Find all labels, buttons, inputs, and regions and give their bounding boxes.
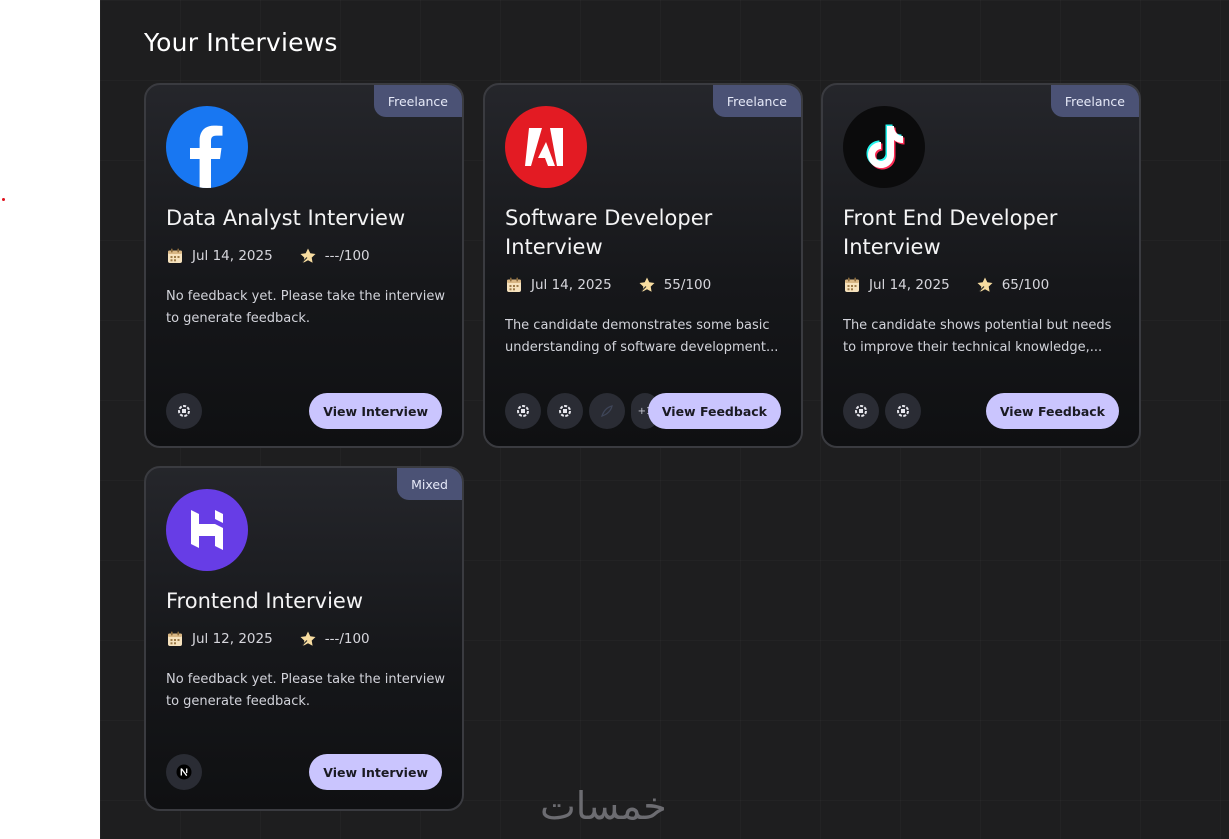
interview-description: No feedback yet. Please take the intervi… — [166, 289, 445, 326]
star-icon — [638, 276, 656, 294]
interview-meta: Jul 12, 2025 ---/100 — [166, 630, 370, 648]
interview-score: ---/100 — [324, 631, 370, 647]
view-feedback-button[interactable]: View Feedback — [647, 393, 781, 429]
main-content: Your Interviews Freelance Data Analyst I… — [100, 0, 1229, 839]
devicon-generic-icon — [505, 393, 541, 429]
view-interview-button[interactable]: View Interview — [309, 754, 442, 790]
interview-type-badge: Freelance — [1050, 85, 1139, 117]
interview-card: Freelance Software Developer Interview J… — [483, 83, 803, 448]
adobe-logo-icon — [505, 106, 587, 188]
tiktok-logo-icon — [843, 106, 925, 188]
interview-title: Frontend Interview — [166, 589, 363, 613]
devicon-generic-icon — [547, 393, 583, 429]
star-icon — [299, 247, 317, 265]
tech-stack — [166, 754, 208, 790]
interview-date: Jul 14, 2025 — [192, 248, 273, 264]
tech-stack: +1 — [505, 393, 659, 429]
calendar-icon — [166, 630, 184, 648]
interview-card: Freelance Data Analyst Interview Jul 14,… — [144, 83, 464, 448]
hostinger-logo-icon — [166, 489, 248, 571]
interview-type-badge: Mixed — [397, 468, 462, 500]
calendar-icon — [505, 276, 523, 294]
interview-meta: Jul 14, 2025 65/100 — [843, 276, 1049, 294]
devicon-generic-icon — [843, 393, 879, 429]
interview-description: No feedback yet. Please take the intervi… — [166, 672, 445, 709]
interview-title: Software Developer Interview — [505, 206, 713, 259]
star-icon — [976, 276, 994, 294]
interview-date: Jul 14, 2025 — [531, 277, 612, 293]
feather-icon — [589, 393, 625, 429]
interview-description: The candidate demonstrates some basic un… — [505, 318, 779, 355]
interview-meta: Jul 14, 2025 ---/100 — [166, 247, 370, 265]
interview-score: 55/100 — [663, 277, 712, 293]
interview-type-badge: Freelance — [712, 85, 801, 117]
interview-date: Jul 12, 2025 — [192, 631, 273, 647]
calendar-icon — [166, 247, 184, 265]
interview-date: Jul 14, 2025 — [869, 277, 950, 293]
page-title: Your Interviews — [144, 28, 338, 57]
calendar-icon — [843, 276, 861, 294]
interview-score: ---/100 — [324, 248, 370, 264]
devicon-generic-icon — [885, 393, 921, 429]
red-dot-mark — [2, 198, 5, 201]
view-interview-button[interactable]: View Interview — [309, 393, 442, 429]
tech-stack — [166, 393, 208, 429]
left-blank-area — [0, 0, 100, 839]
star-icon — [299, 630, 317, 648]
nextjs-icon — [166, 754, 202, 790]
tech-stack — [843, 393, 927, 429]
interview-card: Mixed Frontend Interview Jul 12, 2025 --… — [144, 466, 464, 811]
interview-description: The candidate shows potential but needs … — [843, 318, 1112, 355]
devicon-generic-icon — [166, 393, 202, 429]
facebook-logo-icon — [166, 106, 248, 188]
watermark-logo: خمسات — [540, 784, 667, 828]
interview-score: 65/100 — [1001, 277, 1050, 293]
view-feedback-button[interactable]: View Feedback — [985, 393, 1119, 429]
interview-title: Front End Developer Interview — [843, 206, 1058, 259]
interview-meta: Jul 14, 2025 55/100 — [505, 276, 711, 294]
interview-title: Data Analyst Interview — [166, 206, 406, 230]
interview-type-badge: Freelance — [373, 85, 462, 117]
interview-card: Freelance Front End Developer Interview … — [821, 83, 1141, 448]
